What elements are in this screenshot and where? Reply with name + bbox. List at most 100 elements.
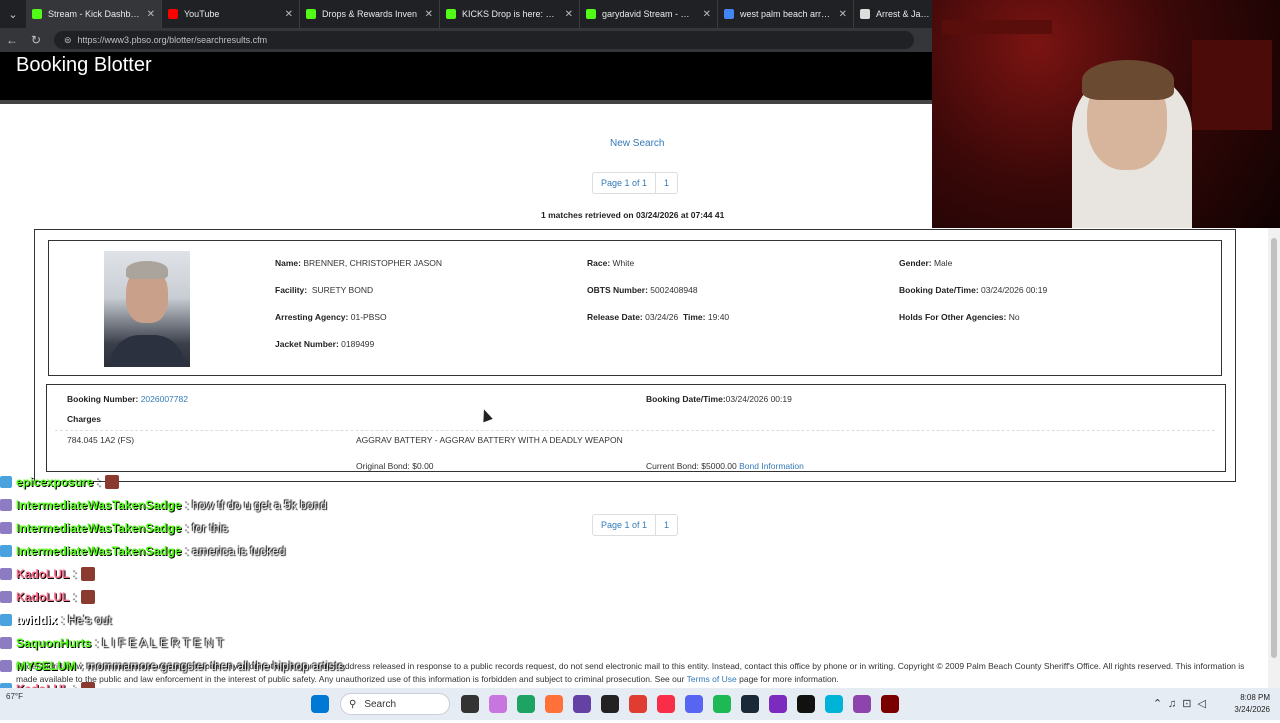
name-label: Name: bbox=[275, 258, 301, 268]
browser-tab[interactable]: YouTube ✕ bbox=[162, 0, 300, 28]
facility-label: Facility: bbox=[275, 285, 308, 295]
obs-icon[interactable] bbox=[601, 695, 619, 713]
chat-username[interactable]: IntermediateWasTakenSadge bbox=[16, 498, 181, 512]
browser-tab[interactable]: KICKS Drop is here: watch, e ✕ bbox=[440, 0, 580, 28]
chat-badge-icon bbox=[0, 659, 12, 672]
tab-close-icon[interactable]: ✕ bbox=[147, 9, 155, 20]
pager-page-link[interactable]: 1 bbox=[655, 515, 677, 535]
tab-close-icon[interactable]: ✕ bbox=[285, 9, 293, 20]
charge-value: AGGRAV BATTERY - AGGRAV BATTERY WITH A D… bbox=[356, 435, 623, 445]
app-red-icon[interactable] bbox=[629, 695, 647, 713]
tab-close-icon[interactable]: ✕ bbox=[703, 9, 711, 20]
spotify-icon[interactable] bbox=[713, 695, 731, 713]
chat-message: MYSELUM: mommamore gangster then all the… bbox=[0, 654, 520, 677]
bond-information-link[interactable]: Bond Information bbox=[739, 461, 804, 471]
chat-badge-icon bbox=[0, 590, 12, 603]
chat-username[interactable]: twiddix bbox=[16, 613, 57, 627]
steam-icon[interactable] bbox=[741, 695, 759, 713]
chat-text: : for this bbox=[185, 520, 229, 535]
firefox-icon[interactable] bbox=[545, 695, 563, 713]
charges-label: Charges bbox=[67, 414, 102, 424]
back-icon[interactable]: ← bbox=[0, 33, 24, 47]
chat-overlay: epicexposure: IntermediateWasTakenSadge : … bbox=[0, 470, 520, 723]
tab-search-icon[interactable]: ⌄ bbox=[0, 0, 26, 28]
url-input[interactable]: ⊜ https://www3.pbso.org/blotter/searchre… bbox=[54, 31, 914, 49]
taskbar: 67°F ⚲ Search ⌃♫⊡◁ 8:08 PM 3/24/2026 bbox=[0, 688, 1280, 720]
browser-tab[interactable]: Arrest & Jail - P bbox=[854, 0, 938, 28]
app-cyan-icon[interactable] bbox=[825, 695, 843, 713]
terms-of-use-link[interactable]: Terms of Use bbox=[687, 674, 737, 684]
chat-username[interactable]: MYSELUM bbox=[16, 659, 76, 673]
agency-label: Arresting Agency: bbox=[275, 312, 349, 322]
pager-page-link[interactable]: 1 bbox=[655, 173, 677, 193]
system-tray-icons[interactable]: ⌃♫⊡◁ bbox=[1153, 697, 1212, 710]
app-icon[interactable] bbox=[573, 695, 591, 713]
release-label: Release Date: bbox=[587, 312, 643, 322]
tab-close-icon[interactable]: ✕ bbox=[565, 9, 573, 20]
chrome-icon[interactable] bbox=[517, 695, 535, 713]
current-bond-field: Current Bond: $5000.00 Bond Information bbox=[646, 461, 804, 471]
chat-username[interactable]: epicexposure bbox=[16, 475, 93, 489]
tab-close-icon[interactable]: ✕ bbox=[839, 9, 847, 20]
site-info-icon[interactable]: ⊜ bbox=[64, 35, 72, 46]
page-title: Booking Blotter bbox=[16, 54, 152, 76]
chat-username[interactable]: IntermediateWasTakenSadge bbox=[16, 544, 181, 558]
browser-tab[interactable]: Stream - Kick Dashboard ✕ bbox=[26, 0, 162, 28]
chat-badge-icon bbox=[0, 613, 12, 626]
chat-username[interactable]: KadoLUL bbox=[16, 590, 69, 604]
app-darkred-icon[interactable] bbox=[881, 695, 899, 713]
gender-value: Male bbox=[933, 258, 953, 268]
address-bar: ← ↻ ⊜ https://www3.pbso.org/blotter/sear… bbox=[0, 28, 932, 52]
weather-widget[interactable]: 67°F bbox=[6, 692, 23, 702]
page-scrollbar[interactable] bbox=[1268, 228, 1280, 688]
chat-text: : He's out bbox=[61, 612, 112, 627]
chat-username[interactable]: IntermediateWasTakenSadge bbox=[16, 521, 181, 535]
scrollbar-thumb[interactable] bbox=[1271, 238, 1277, 658]
statute-value: 784.045 1A2 (FS) bbox=[67, 435, 135, 445]
chat-text: : how tf do u get a 5k bond bbox=[185, 497, 327, 512]
app-purple-icon[interactable] bbox=[769, 695, 787, 713]
pager-bottom: Page 1 of 1 1 bbox=[592, 514, 679, 536]
chat-message: KadoLUL: bbox=[0, 585, 520, 608]
chat-text: : bbox=[73, 566, 77, 581]
music-icon[interactable] bbox=[657, 695, 675, 713]
reload-icon[interactable]: ↻ bbox=[24, 33, 48, 47]
windows-start-icon[interactable] bbox=[311, 695, 329, 713]
fx-icon[interactable] bbox=[853, 695, 871, 713]
mugshot-image[interactable] bbox=[104, 251, 190, 367]
taskbar-search[interactable]: ⚲ Search bbox=[340, 693, 450, 715]
webcam-overlay bbox=[932, 0, 1280, 228]
chat-message: epicexposure: bbox=[0, 470, 520, 493]
tab-close-icon[interactable]: ✕ bbox=[425, 9, 433, 20]
clock-date: 3/24/2026 bbox=[1234, 705, 1270, 714]
clock[interactable]: 8:08 PM 3/24/2026 bbox=[1234, 692, 1270, 716]
browser-tab[interactable]: west palm beach arrest sear ✕ bbox=[718, 0, 854, 28]
tab-favicon-icon bbox=[306, 9, 316, 19]
search-label: Search bbox=[364, 698, 397, 710]
tab-favicon-icon bbox=[860, 9, 870, 19]
jacket-label: Jacket Number: bbox=[275, 339, 339, 349]
webcam-cabinet bbox=[1192, 40, 1272, 130]
chat-message: SaquonHurts: L I F E A L E R T E N T bbox=[0, 631, 520, 654]
app-black-icon[interactable] bbox=[797, 695, 815, 713]
name-field: Name: BRENNER, CHRISTOPHER JASON bbox=[275, 258, 442, 268]
holds-label: Holds For Other Agencies: bbox=[899, 312, 1007, 322]
copilot-icon[interactable] bbox=[489, 695, 507, 713]
booking-number-link[interactable]: 2026007782 bbox=[141, 394, 188, 404]
browser-tab[interactable]: Drops & Rewards Inven ✕ bbox=[300, 0, 440, 28]
footer-more: page for more information. bbox=[739, 674, 839, 684]
agency-value: 01-PBSO bbox=[350, 312, 387, 322]
tab-title: YouTube bbox=[184, 9, 220, 19]
chat-username[interactable]: SaquonHurts bbox=[16, 636, 91, 650]
current-bond-value: $5000.00 bbox=[701, 461, 737, 471]
weather-temp: 67°F bbox=[6, 692, 23, 701]
task-view-icon[interactable] bbox=[461, 695, 479, 713]
chat-message: IntermediateWasTakenSadge : how tf do u g… bbox=[0, 493, 520, 516]
chat-emote-icon bbox=[80, 566, 95, 581]
chat-text: : bbox=[97, 474, 101, 489]
new-search-link[interactable]: New Search bbox=[610, 138, 664, 149]
discord-icon[interactable] bbox=[685, 695, 703, 713]
facility-value: SURETY BOND bbox=[311, 285, 374, 295]
browser-tab[interactable]: garydavid Stream - Watch Li ✕ bbox=[580, 0, 718, 28]
chat-username[interactable]: KadoLUL bbox=[16, 567, 69, 581]
